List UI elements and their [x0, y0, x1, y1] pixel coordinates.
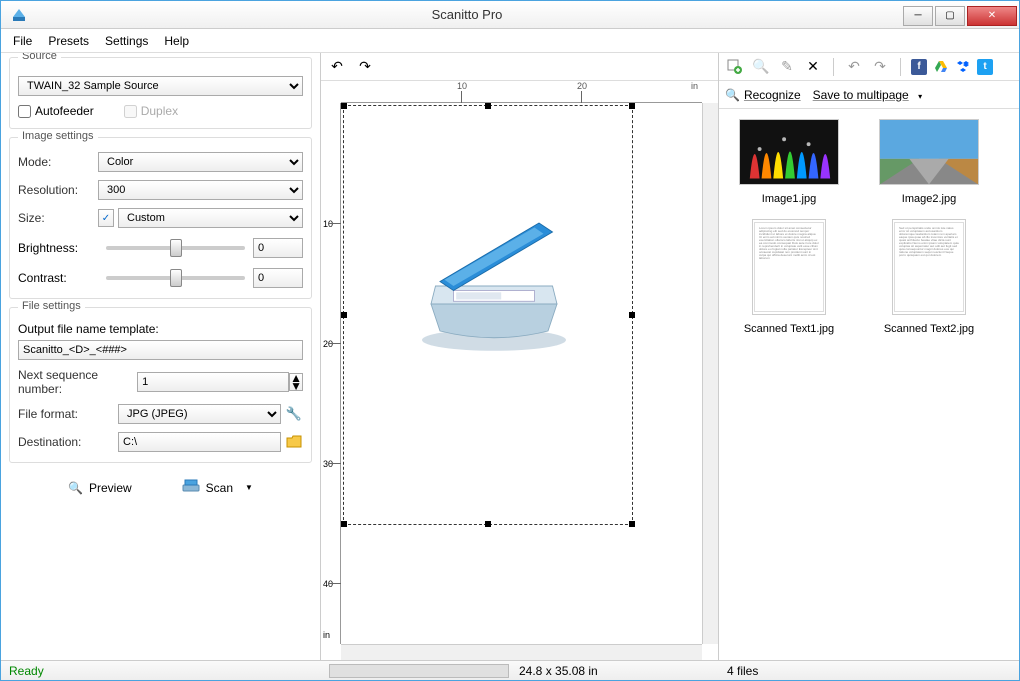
thumbnails: Image1.jpg Image2.jpg Lorem ipsum dolor … [719, 109, 1019, 660]
chevron-down-icon: ▼ [245, 483, 253, 492]
ruler-vertical: in 10 20 30 40 [321, 103, 341, 644]
size-lock-checkbox[interactable]: ✓ [98, 209, 114, 227]
brightness-label: Brightness: [18, 241, 98, 255]
recognize-button[interactable]: 🔍 Recognize [725, 88, 801, 102]
browse-folder-icon[interactable] [285, 433, 303, 451]
mode-label: Mode: [18, 155, 98, 169]
google-drive-icon[interactable] [933, 59, 949, 75]
rotate-left-icon[interactable]: ↶ [327, 57, 347, 77]
brightness-slider[interactable] [106, 246, 245, 250]
dest-input[interactable] [118, 432, 281, 452]
seq-input[interactable] [137, 372, 289, 392]
status-ready: Ready [1, 664, 321, 678]
seq-label: Next sequence number: [18, 368, 137, 396]
menu-help[interactable]: Help [156, 30, 197, 52]
thumb-label: Image1.jpg [762, 193, 816, 205]
preview-area: in 10 20 in 10 20 30 40 [321, 81, 718, 660]
duplex-checkbox: Duplex [124, 104, 178, 118]
thumb-item[interactable]: Sed ut perspiciatis unde omnis iste natu… [869, 219, 989, 335]
template-label: Output file name template: [18, 322, 303, 336]
app-icon [7, 3, 31, 27]
thumb-image [739, 119, 839, 185]
close-button[interactable]: ✕ [967, 6, 1017, 26]
thumb-image [879, 119, 979, 185]
thumb-label: Image2.jpg [902, 193, 956, 205]
thumb-item[interactable]: Lorem ipsum dolor sit amet consectetur a… [729, 219, 849, 335]
dropbox-icon[interactable] [955, 59, 971, 75]
scrollbar-horizontal[interactable] [341, 644, 702, 660]
source-heading: Source [18, 53, 61, 62]
contrast-label: Contrast: [18, 271, 98, 285]
ruler-horizontal: in 10 20 [341, 81, 702, 103]
file-settings-section: File settings Output file name template:… [9, 307, 312, 463]
undo-icon[interactable]: ↶ [844, 57, 864, 77]
format-label: File format: [18, 407, 118, 421]
thumb-image: Sed ut perspiciatis unde omnis iste natu… [892, 219, 966, 315]
right-panel: 🔍 ✎ ✕ ↶ ↷ f t 🔍 Recognize Save to multip… [719, 53, 1019, 660]
brightness-value[interactable] [253, 238, 303, 258]
menu-file[interactable]: File [5, 30, 40, 52]
dest-label: Destination: [18, 435, 118, 449]
format-settings-icon[interactable]: 🔧 [285, 405, 303, 423]
statusbar: Ready 24.8 x 35.08 in 4 files [1, 660, 1019, 680]
autofeeder-checkbox[interactable]: Autofeeder [18, 104, 94, 118]
thumb-item[interactable]: Image2.jpg [869, 119, 989, 205]
source-select[interactable]: TWAIN_32 Sample Source [18, 76, 303, 96]
save-multipage-button[interactable]: Save to multipage ▾ [813, 88, 922, 102]
status-files: 4 files [719, 664, 1019, 678]
file-settings-heading: File settings [18, 300, 85, 312]
menu-settings[interactable]: Settings [97, 30, 156, 52]
thumb-label: Scanned Text2.jpg [884, 323, 974, 335]
menu-presets[interactable]: Presets [40, 30, 97, 52]
image-settings-heading: Image settings [18, 130, 98, 142]
thumb-image: Lorem ipsum dolor sit amet consectetur a… [752, 219, 826, 315]
status-scroll[interactable] [329, 664, 509, 678]
twitter-icon[interactable]: t [977, 59, 993, 75]
contrast-slider[interactable] [106, 276, 245, 280]
menubar: File Presets Settings Help [1, 29, 1019, 53]
preview-canvas[interactable] [341, 103, 702, 644]
image-settings-section: Image settings Mode: Color Resolution: 3… [9, 137, 312, 299]
template-input[interactable] [18, 340, 303, 360]
edit-image-icon[interactable]: ✎ [777, 57, 797, 77]
minimize-button[interactable]: ─ [903, 6, 933, 26]
scan-button[interactable]: Scan ▼ [172, 475, 263, 500]
rotate-right-icon[interactable]: ↷ [355, 57, 375, 77]
status-dimensions: 24.8 x 35.08 in [519, 664, 598, 678]
add-image-icon[interactable] [725, 57, 745, 77]
contrast-value[interactable] [253, 268, 303, 288]
resolution-select[interactable]: 300 [98, 180, 303, 200]
scanner-icon [182, 479, 200, 496]
recognize-icon: 🔍 [725, 88, 740, 102]
left-panel: Source TWAIN_32 Sample Source Autofeeder… [1, 53, 321, 660]
chevron-down-icon: ▾ [918, 92, 922, 101]
redo-icon[interactable]: ↷ [870, 57, 890, 77]
maximize-button[interactable]: ▢ [935, 6, 965, 26]
source-section: Source TWAIN_32 Sample Source Autofeeder… [9, 57, 312, 129]
facebook-icon[interactable]: f [911, 59, 927, 75]
magnifier-icon: 🔍 [68, 481, 83, 495]
search-image-icon[interactable]: 🔍 [751, 57, 771, 77]
thumb-item[interactable]: Image1.jpg [729, 119, 849, 205]
delete-icon[interactable]: ✕ [803, 57, 823, 77]
titlebar: Scanitto Pro ─ ▢ ✕ [1, 1, 1019, 29]
size-label: Size: [18, 211, 98, 225]
format-select[interactable]: JPG (JPEG) [118, 404, 281, 424]
window-title: Scanitto Pro [31, 7, 903, 22]
selection-rect[interactable] [343, 105, 633, 525]
center-panel: ↶ ↷ in 10 20 in 10 20 30 40 [321, 53, 719, 660]
preview-button[interactable]: 🔍 Preview [58, 475, 142, 500]
resolution-label: Resolution: [18, 183, 98, 197]
mode-select[interactable]: Color [98, 152, 303, 172]
scanner-image [404, 196, 584, 358]
scrollbar-vertical[interactable] [702, 103, 718, 644]
thumb-label: Scanned Text1.jpg [744, 323, 834, 335]
size-select[interactable]: Custom [118, 208, 303, 228]
seq-spinner[interactable]: ▲▼ [289, 373, 303, 391]
